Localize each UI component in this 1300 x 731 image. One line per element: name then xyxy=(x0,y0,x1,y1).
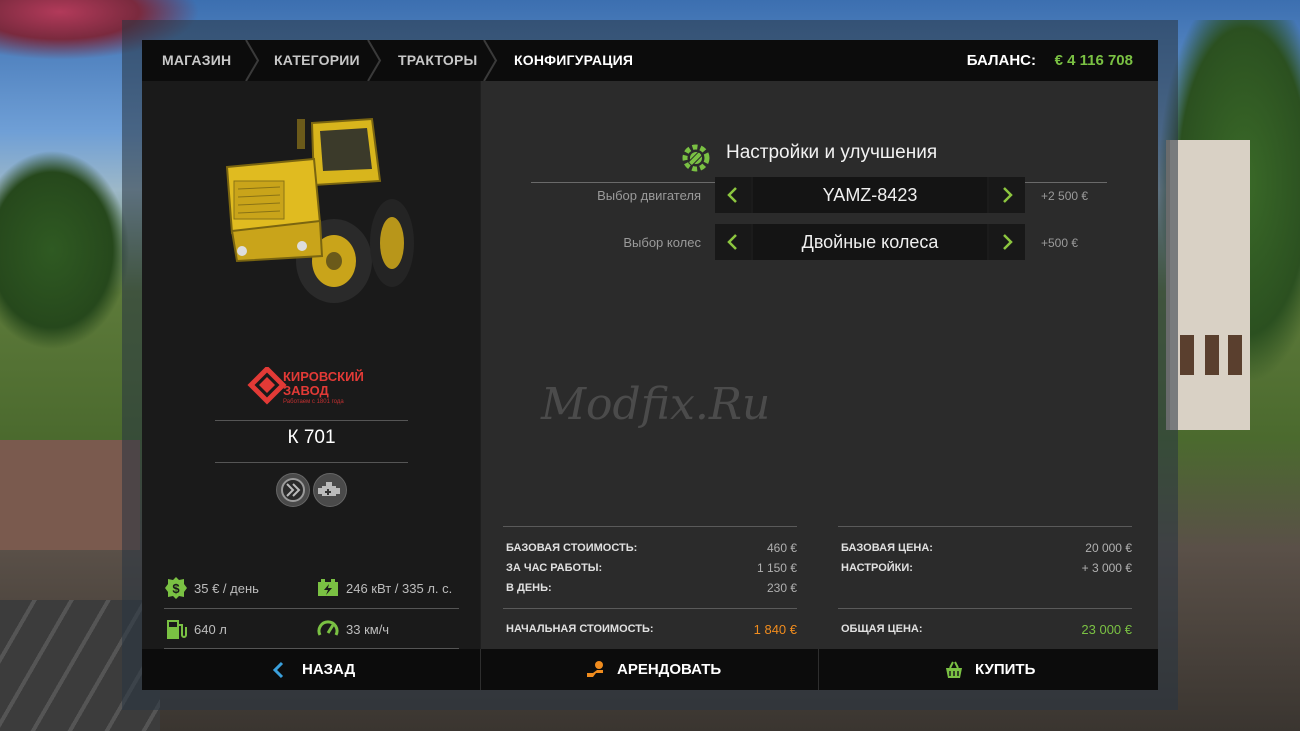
rent-per-day: 35 € / день xyxy=(194,581,259,596)
initial-cost-value: 1 840 € xyxy=(753,622,797,637)
basket-icon xyxy=(946,661,962,678)
rent-button-label: АРЕНДОВАТЬ xyxy=(617,661,722,678)
breadcrumb-separator-icon xyxy=(367,40,382,81)
divider xyxy=(503,608,797,609)
breadcrumb-separator-icon xyxy=(245,40,260,81)
per-hour-label: ЗА ЧАС РАБОТЫ: xyxy=(506,562,603,574)
per-day-value: 230 € xyxy=(766,581,797,595)
divider xyxy=(838,526,1132,527)
divider xyxy=(503,526,797,527)
chevron-left-icon xyxy=(727,187,737,203)
svg-text:$: $ xyxy=(172,581,180,596)
money-icon: $ xyxy=(165,577,187,599)
breadcrumb-categories[interactable]: КАТЕГОРИИ xyxy=(274,40,360,81)
initial-cost-label: НАЧАЛЬНАЯ СТОИМОСТЬ: xyxy=(506,623,654,635)
base-cost-value: 460 € xyxy=(766,541,797,555)
buy-button[interactable]: КУПИТЬ xyxy=(819,649,1158,690)
wheels-option-price: +500 € xyxy=(1041,236,1079,250)
brand-tagline: Работаем с 1801 года xyxy=(283,399,344,405)
engine-icon[interactable] xyxy=(313,473,347,507)
wheels-selector: Двойные колеса xyxy=(715,224,1025,260)
chevron-left-icon xyxy=(727,234,737,250)
base-cost-label: БАЗОВАЯ СТОИМОСТЬ: xyxy=(506,542,638,554)
total-price-value: 23 000 € xyxy=(1081,622,1132,637)
shop-panel: МАГАЗИН КАТЕГОРИИ ТРАКТОРЫ КОНФИГУРАЦИЯ … xyxy=(142,40,1158,690)
per-day-label: В ДЕНЬ: xyxy=(506,582,552,594)
divider xyxy=(215,462,408,463)
balance-label: БАЛАНС: xyxy=(966,52,1036,69)
breadcrumb-tractors[interactable]: ТРАКТОРЫ xyxy=(398,40,477,81)
chevron-right-icon xyxy=(1003,187,1013,203)
per-hour-value: 1 150 € xyxy=(756,561,797,575)
settings-label: НАСТРОЙКИ: xyxy=(841,562,913,574)
engine-next-button[interactable] xyxy=(989,177,1025,213)
chevron-right-icon xyxy=(1003,234,1013,250)
brand-name-line1: КИРОВСКИЙ xyxy=(283,369,364,384)
wheels-next-button[interactable] xyxy=(989,224,1025,260)
battery-icon xyxy=(318,579,338,596)
buy-button-label: КУПИТЬ xyxy=(975,661,1036,678)
engine-power: 246 кВт / 335 л. с. xyxy=(346,581,453,596)
base-price-label: БАЗОВАЯ ЦЕНА: xyxy=(841,542,933,554)
fuel-capacity: 640 л xyxy=(194,622,227,637)
brand-name-line2: ЗАВОД xyxy=(283,383,329,398)
hand-coin-icon xyxy=(587,661,603,677)
total-price-label: ОБЩАЯ ЦЕНА: xyxy=(841,623,923,635)
wrench-gear-icon xyxy=(682,144,710,172)
divider xyxy=(838,608,1132,609)
back-button-label: НАЗАД xyxy=(302,661,356,678)
engine-option-price: +2 500 € xyxy=(1041,189,1089,203)
engine-prev-button[interactable] xyxy=(715,177,751,213)
breadcrumb-configuration: КОНФИГУРАЦИЯ xyxy=(514,52,634,68)
breadcrumb-shop[interactable]: МАГАЗИН xyxy=(162,40,231,81)
wheels-option-label: Выбор колес xyxy=(623,235,701,250)
base-price-value: 20 000 € xyxy=(1085,541,1132,555)
wheels-option-value: Двойные колеса xyxy=(753,224,987,260)
action-bar: НАЗАД АРЕНДОВАТЬ КУПИТЬ xyxy=(142,649,1158,690)
back-button[interactable]: НАЗАД xyxy=(142,649,480,690)
balance-value: € 4 116 708 xyxy=(1054,52,1133,69)
divider xyxy=(215,420,408,421)
settings-value: + 3 000 € xyxy=(1081,561,1132,575)
speedometer-icon xyxy=(317,620,339,636)
divider xyxy=(164,608,459,609)
fuel-icon xyxy=(167,620,187,639)
background-road xyxy=(0,440,140,550)
engine-selector: YAMZ-8423 xyxy=(715,177,1025,213)
breadcrumb-separator-icon xyxy=(483,40,498,81)
rent-button[interactable]: АРЕНДОВАТЬ xyxy=(481,649,818,690)
tractor-image xyxy=(225,117,414,303)
breadcrumb: МАГАЗИН КАТЕГОРИИ ТРАКТОРЫ КОНФИГУРАЦИЯ … xyxy=(142,40,1158,81)
max-speed: 33 км/ч xyxy=(346,622,390,637)
engine-option-value: YAMZ-8423 xyxy=(753,177,987,213)
tire-icon[interactable] xyxy=(276,473,310,507)
configuration-panel: Настройки и улучшения Выбор двигателя YA… xyxy=(481,81,1158,649)
vehicle-info-panel: КИРОВСКИЙ ЗАВОД Работаем с 1801 года К 7… xyxy=(142,81,480,649)
wheels-prev-button[interactable] xyxy=(715,224,751,260)
vehicle-model: К 701 xyxy=(287,427,336,448)
background-house xyxy=(1166,140,1250,430)
background-tree-left xyxy=(0,150,130,350)
engine-option-label: Выбор двигателя xyxy=(597,188,701,203)
configuration-title: Настройки и улучшения xyxy=(726,142,938,163)
chevron-left-icon xyxy=(272,661,284,679)
watermark: Modfix.Ru xyxy=(541,379,771,430)
